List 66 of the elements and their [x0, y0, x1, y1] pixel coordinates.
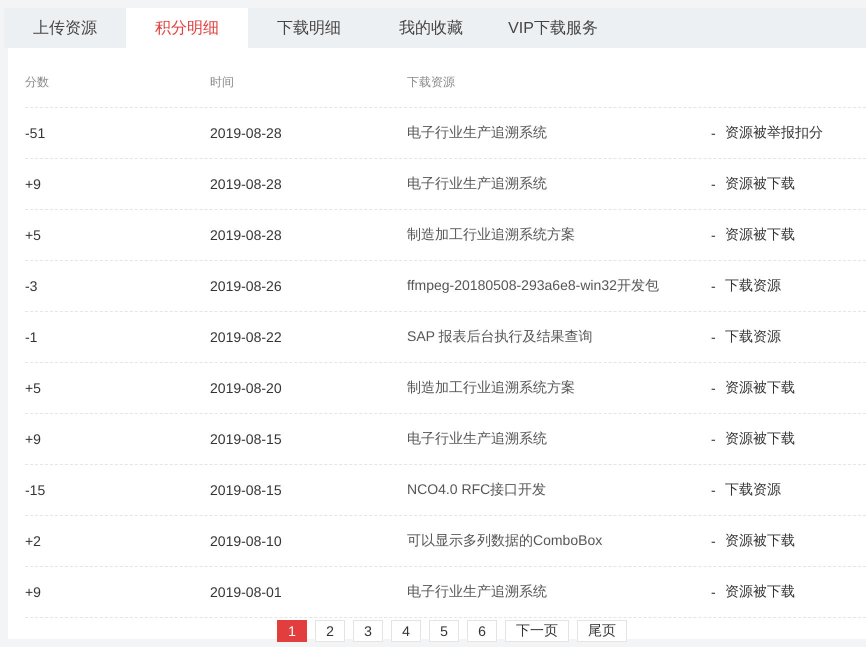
page-button[interactable]: 2: [315, 620, 345, 642]
resource-cell-text: 电子行业生产追溯系统: [407, 124, 548, 142]
dash: -: [711, 125, 717, 141]
resource-cell-text: ffmpeg-20180508-293a6e8-win32开发包: [407, 277, 660, 295]
resource-cell-text: 电子行业生产追溯系统: [407, 430, 548, 448]
date-cell-text: 2019-08-28: [210, 176, 283, 192]
reason-cell-text: 资源被下载: [725, 226, 796, 244]
tab[interactable]: 我的收藏: [370, 8, 492, 48]
reason-cell-text: 资源被举报扣分: [725, 124, 824, 142]
date-cell-text: 2019-08-15: [210, 482, 283, 498]
score-cell-text: -3: [25, 278, 38, 294]
page-button[interactable]: 下一页: [505, 620, 569, 642]
page-button[interactable]: 3: [353, 620, 383, 642]
score-cell-text: +9: [25, 431, 42, 447]
resource-cell-text: SAP 报表后台执行及结果查询: [407, 328, 594, 346]
score-cell-text: +9: [25, 584, 42, 600]
reason-cell-text: 下载资源: [725, 481, 782, 499]
column-header: 时间: [210, 74, 235, 91]
reason-cell-text: 资源被下载: [725, 532, 796, 550]
page-button[interactable]: 5: [429, 620, 459, 642]
date-cell-text: 2019-08-26: [210, 278, 283, 294]
tab[interactable]: 上传资源: [4, 8, 126, 48]
score-cell-text: +2: [25, 533, 42, 549]
date-cell-text: 2019-08-28: [210, 125, 283, 141]
score-cell-text: +9: [25, 176, 42, 192]
resource-cell-text: 制造加工行业追溯系统方案: [407, 226, 576, 244]
dash: -: [711, 329, 717, 345]
page-button[interactable]: 尾页: [577, 620, 627, 642]
tab[interactable]: 积分明细: [126, 8, 248, 48]
date-cell-text: 2019-08-28: [210, 227, 283, 243]
dash: -: [711, 278, 717, 294]
dash: -: [711, 380, 717, 396]
reason-cell-text: 下载资源: [725, 328, 782, 346]
reason-cell-text: 资源被下载: [725, 379, 796, 397]
dash: -: [711, 227, 717, 243]
dash: -: [711, 431, 717, 447]
resource-cell-text: 电子行业生产追溯系统: [407, 175, 548, 193]
page-button[interactable]: 4: [391, 620, 421, 642]
date-cell-text: 2019-08-20: [210, 380, 283, 396]
page-button[interactable]: 1: [277, 620, 307, 642]
date-cell-text: 2019-08-01: [210, 584, 283, 600]
dash: -: [711, 482, 717, 498]
dash: -: [711, 176, 717, 192]
reason-cell-text: 资源被下载: [725, 430, 796, 448]
reason-cell-text: 资源被下载: [725, 175, 796, 193]
tab[interactable]: 下载明细: [248, 8, 370, 48]
score-cell-text: -15: [25, 482, 46, 498]
column-header: 分数: [25, 74, 50, 91]
score-cell-text: +5: [25, 227, 42, 243]
dash: -: [711, 584, 717, 600]
page-button[interactable]: 6: [467, 620, 497, 642]
score-cell-text: -1: [25, 329, 38, 345]
score-cell-text: +5: [25, 380, 42, 396]
reason-cell-text: 下载资源: [725, 277, 782, 295]
date-cell-text: 2019-08-15: [210, 431, 283, 447]
resource-cell-text: NCO4.0 RFC接口开发: [407, 481, 548, 499]
resource-cell-text: 电子行业生产追溯系统: [407, 583, 548, 601]
dash: -: [711, 533, 717, 549]
score-cell-text: -51: [25, 125, 46, 141]
date-cell-text: 2019-08-22: [210, 329, 283, 345]
date-cell-text: 2019-08-10: [210, 533, 283, 549]
tab[interactable]: VIP下载服务: [492, 8, 614, 48]
column-header: 下载资源: [407, 74, 456, 91]
reason-cell-text: 资源被下载: [725, 583, 796, 601]
resource-cell-text: 可以显示多列数据的ComboBox: [407, 532, 604, 550]
resource-cell-text: 制造加工行业追溯系统方案: [407, 379, 576, 397]
